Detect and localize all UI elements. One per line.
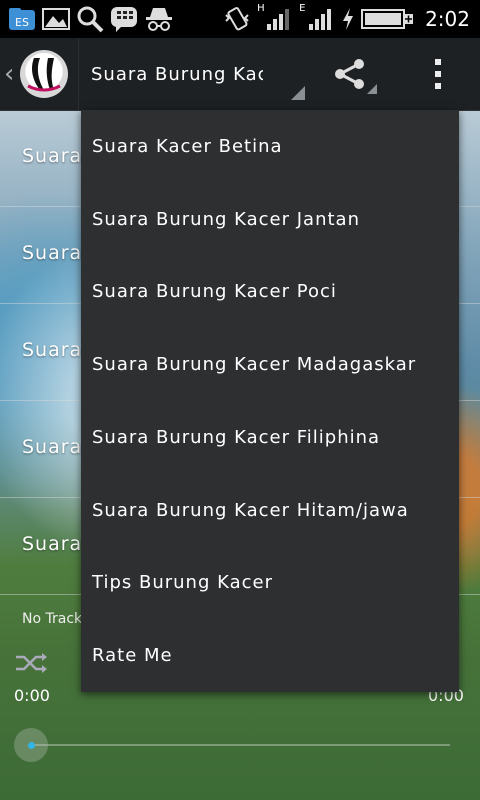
- bbm-icon: [110, 5, 138, 33]
- up-chevron-icon[interactable]: ‹: [4, 59, 18, 89]
- signal-e-label: E: [299, 3, 306, 14]
- status-bar: ES H E 2:02: [0, 0, 480, 38]
- menu-item[interactable]: Suara Burung Kacer Hitam/jawa: [81, 474, 459, 547]
- signal-e-icon: E: [299, 3, 335, 33]
- share-dropdown-indicator-icon: [367, 84, 377, 94]
- title-spinner[interactable]: Suara Burung Kacer Betina: [78, 38, 305, 110]
- menu-item-label: Tips Burung Kacer: [92, 572, 273, 594]
- menu-item-label: Suara Burung Kacer Jantan: [92, 208, 360, 230]
- time-current: 0:00: [14, 686, 50, 705]
- es-file-icon: ES: [8, 5, 36, 33]
- menu-item[interactable]: Suara Burung Kacer Filiphina: [81, 401, 459, 474]
- overflow-menu-button[interactable]: [424, 52, 452, 96]
- menu-item[interactable]: Rate Me: [81, 619, 459, 692]
- signal-h-label: H: [257, 3, 265, 14]
- svg-text:ES: ES: [15, 16, 29, 29]
- track-title: No Track: [22, 611, 83, 627]
- search-icon: [76, 5, 104, 33]
- overflow-dot-icon: [435, 83, 441, 89]
- menu-item[interactable]: Suara Burung Kacer Poci: [81, 256, 459, 329]
- menu-item-label: Rate Me: [92, 645, 173, 667]
- menu-item[interactable]: Suara Kacer Betina: [81, 110, 459, 183]
- menu-item-label: Suara Burung Kacer Filiphina: [92, 426, 381, 448]
- title-spinner-label: Suara Burung Kacer Betina: [91, 63, 263, 85]
- menu-item-label: Suara Burung Kacer Hitam/jawa: [92, 499, 409, 521]
- overflow-dot-icon: [435, 71, 441, 77]
- menu-item-label: Suara Kacer Betina: [92, 135, 283, 157]
- menu-item[interactable]: Tips Burung Kacer: [81, 547, 459, 620]
- seek-bar-thumb-core: [27, 741, 35, 749]
- menu-item[interactable]: Suara Burung Kacer Jantan: [81, 183, 459, 256]
- shuffle-icon[interactable]: [14, 651, 48, 679]
- share-icon: [335, 59, 364, 89]
- action-bar: ‹ Suara Burung Kacer Betina: [0, 38, 480, 111]
- spinner-dropdown-menu: Suara Kacer Betina Suara Burung Kacer Ja…: [81, 110, 459, 692]
- menu-item[interactable]: Suara Burung Kacer Madagaskar: [81, 328, 459, 401]
- overflow-dot-icon: [435, 59, 441, 65]
- vibrate-icon: [223, 5, 251, 33]
- share-button[interactable]: [330, 52, 370, 96]
- spinner-indicator-icon: [291, 86, 305, 100]
- gallery-icon: [42, 5, 70, 33]
- menu-item-label: Suara Burung Kacer Poci: [92, 281, 337, 303]
- signal-h-icon: H: [257, 3, 293, 33]
- charging-icon: [341, 5, 355, 33]
- clock: 2:02: [425, 7, 470, 31]
- battery-icon: [361, 5, 415, 33]
- incognito-icon: [144, 5, 172, 33]
- seek-bar[interactable]: [30, 744, 450, 746]
- app-logo-icon[interactable]: [20, 50, 68, 98]
- seek-bar-thumb[interactable]: [14, 728, 48, 762]
- menu-item-label: Suara Burung Kacer Madagaskar: [92, 354, 417, 376]
